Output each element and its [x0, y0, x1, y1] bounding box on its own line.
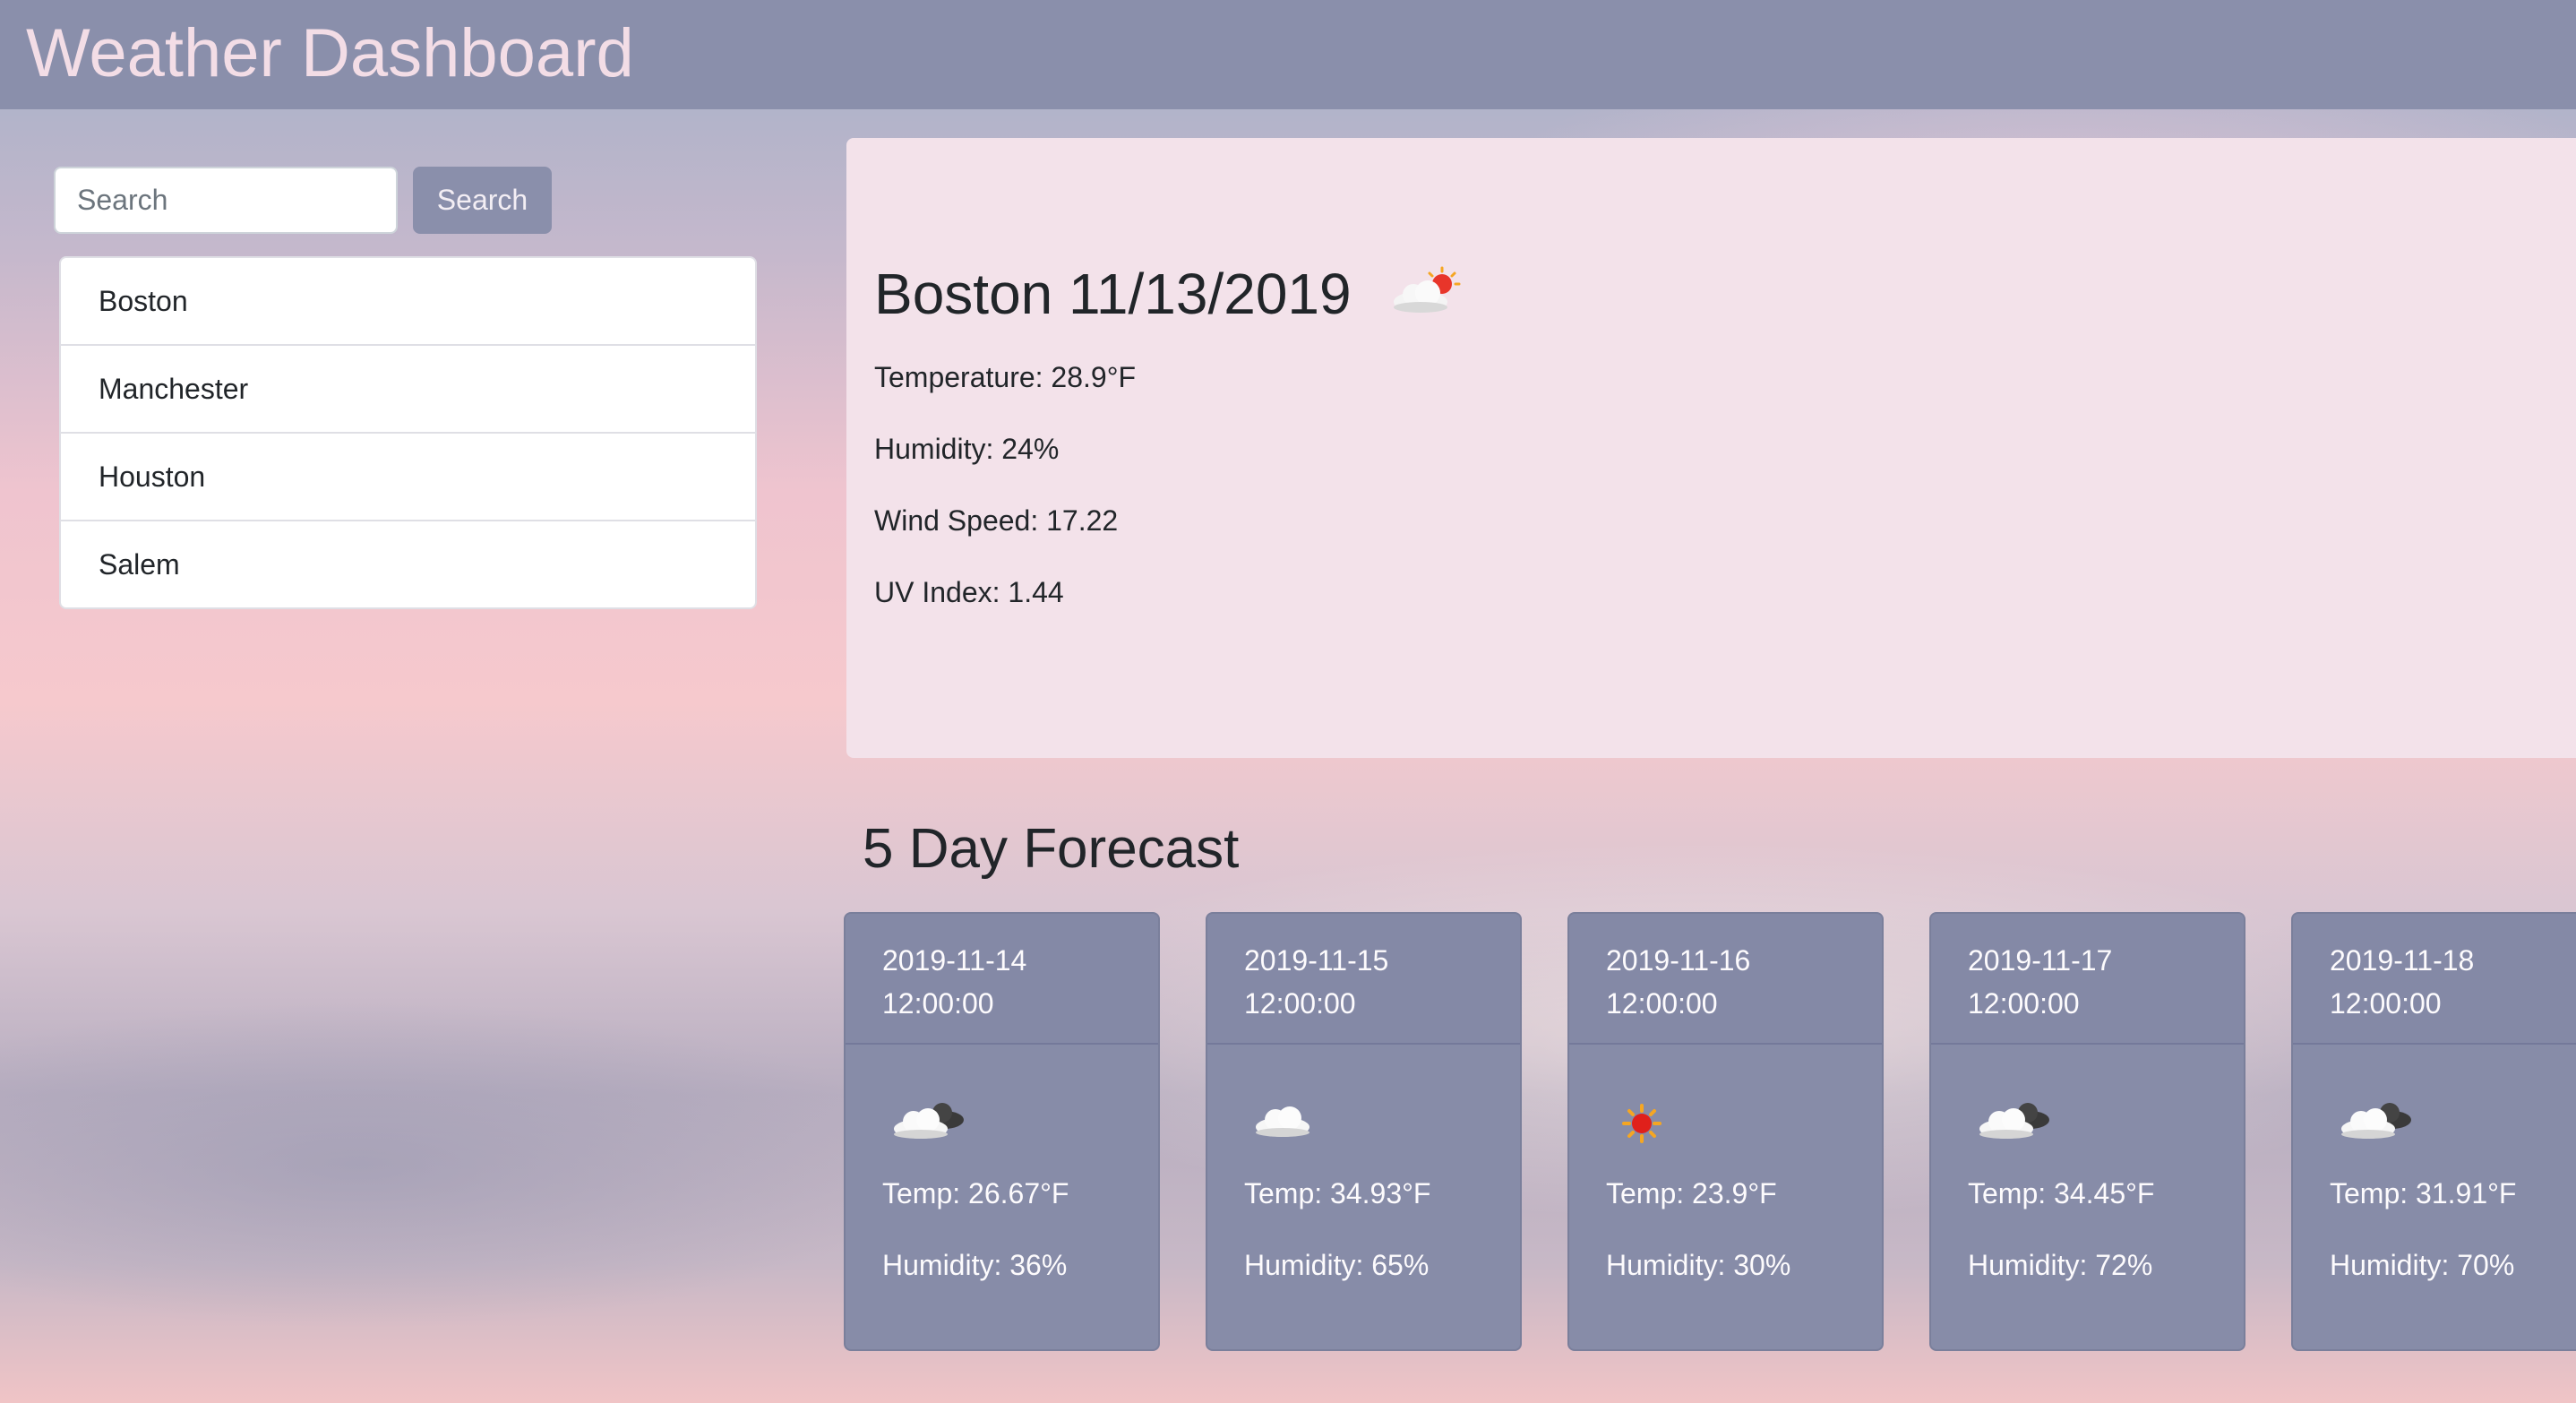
- history-item-houston[interactable]: Houston: [61, 434, 755, 521]
- forecast-humidity: Humidity: 70%: [2330, 1249, 2515, 1281]
- forecast-humidity: Humidity: 72%: [1968, 1249, 2153, 1281]
- forecast-humidity: Humidity: 65%: [1244, 1249, 1430, 1281]
- forecast-temp: Temp: 34.93°F: [1244, 1177, 1431, 1209]
- search-button[interactable]: Search: [413, 167, 552, 234]
- forecast-time: 12:00:00: [1968, 987, 2080, 1020]
- forecast-card: 2019-11-16 12:00:00 Temp: 23.9°F Humidit…: [1567, 912, 1884, 1351]
- forecast-time: 12:00:00: [1244, 987, 1356, 1020]
- forecast-date: 2019-11-18: [2330, 944, 2475, 977]
- history-item-boston[interactable]: Boston: [61, 258, 755, 346]
- search-history-list: Boston Manchester Houston Salem: [59, 256, 757, 609]
- current-weather-title: Boston 11/13/2019: [874, 258, 1464, 334]
- forecast-date: 2019-11-14: [882, 944, 1027, 977]
- forecast-date: 2019-11-17: [1968, 944, 2113, 977]
- forecast-time: 12:00:00: [882, 987, 994, 1020]
- forecast-date: 2019-11-15: [1244, 944, 1389, 977]
- forecast-card-header: 2019-11-15 12:00:00: [1207, 914, 1520, 1045]
- forecast-card: 2019-11-18 12:00:00 Temp: 31.91°F Humidi…: [2291, 912, 2576, 1351]
- forecast-heading: 5 Day Forecast: [863, 818, 1240, 880]
- current-uv-index: UV Index: 1.44: [874, 576, 1064, 608]
- forecast-temp: Temp: 34.45°F: [1968, 1177, 2155, 1209]
- forecast-card: 2019-11-17 12:00:00 Temp: 34.45°F Humidi…: [1929, 912, 2245, 1351]
- forecast-humidity: Humidity: 36%: [882, 1249, 1068, 1281]
- forecast-temp: Temp: 26.67°F: [882, 1177, 1069, 1209]
- forecast-card-header: 2019-11-18 12:00:00: [2293, 914, 2576, 1045]
- forecast-temp: Temp: 31.91°F: [2330, 1177, 2517, 1209]
- search-input[interactable]: [54, 167, 398, 234]
- current-humidity: Humidity: 24%: [874, 433, 1060, 465]
- current-weather-card: Boston 11/13/2019 Temperature: 28.9°F Hu…: [846, 138, 2576, 758]
- broken-clouds-icon: [1972, 1093, 2062, 1147]
- city-date-label: Boston 11/13/2019: [874, 262, 1352, 326]
- current-wind-speed: Wind Speed: 17.22: [874, 504, 1119, 537]
- history-item-salem[interactable]: Salem: [61, 521, 755, 607]
- forecast-card-header: 2019-11-14 12:00:00: [846, 914, 1158, 1045]
- forecast-date: 2019-11-16: [1606, 944, 1751, 977]
- forecast-card-header: 2019-11-16 12:00:00: [1569, 914, 1882, 1045]
- forecast-temp: Temp: 23.9°F: [1606, 1177, 1777, 1209]
- cloud-icon: [1249, 1093, 1338, 1147]
- broken-clouds-icon: [2334, 1093, 2424, 1147]
- broken-clouds-icon: [887, 1093, 976, 1147]
- navbar: Weather Dashboard: [0, 0, 2576, 109]
- sun-behind-cloud-icon: [1388, 263, 1464, 334]
- app-title: Weather Dashboard: [26, 15, 634, 91]
- current-temperature: Temperature: 28.9°F: [874, 361, 1137, 393]
- forecast-time: 12:00:00: [2330, 987, 2442, 1020]
- forecast-card: 2019-11-14 12:00:00 Temp: 26.67°F Humidi…: [844, 912, 1160, 1351]
- sun-icon: [1610, 1093, 1700, 1147]
- history-item-manchester[interactable]: Manchester: [61, 346, 755, 434]
- forecast-card: 2019-11-15 12:00:00 Temp: 34.93°F Humidi…: [1206, 912, 1522, 1351]
- forecast-card-header: 2019-11-17 12:00:00: [1931, 914, 2244, 1045]
- forecast-humidity: Humidity: 30%: [1606, 1249, 1791, 1281]
- forecast-time: 12:00:00: [1606, 987, 1718, 1020]
